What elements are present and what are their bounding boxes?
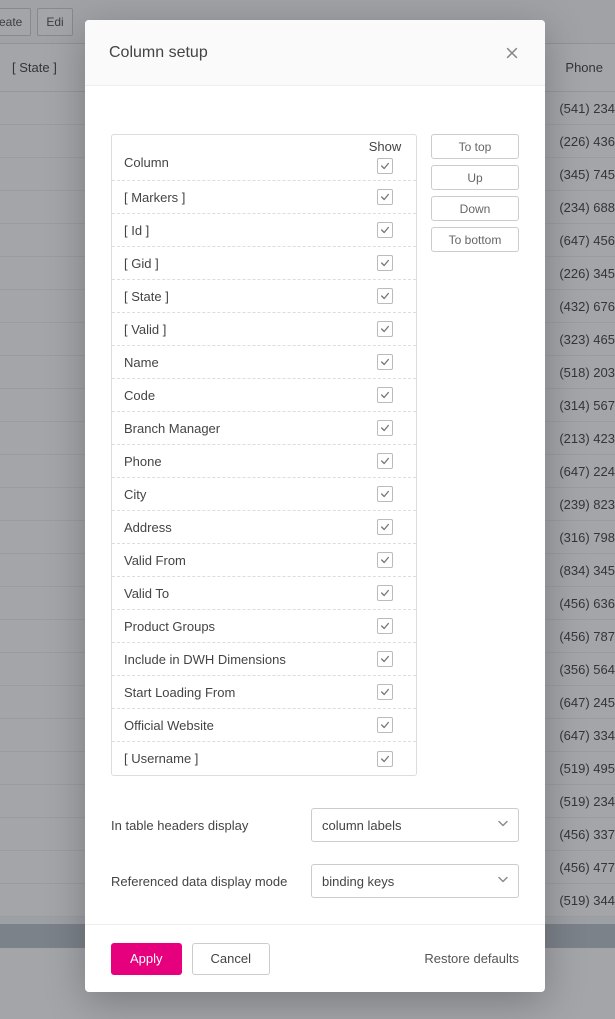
down-button[interactable]: Down (431, 196, 519, 221)
show-checkbox[interactable] (377, 717, 393, 733)
column-row-label: Valid To (124, 586, 366, 601)
show-all-checkbox[interactable] (377, 158, 393, 174)
to-bottom-button[interactable]: To bottom (431, 227, 519, 252)
modal-footer: Apply Cancel Restore defaults (85, 924, 545, 992)
column-row-label: [ Gid ] (124, 256, 366, 271)
headers-display-row: In table headers display (111, 808, 519, 842)
cancel-button[interactable]: Cancel (192, 943, 270, 975)
column-row-label: Branch Manager (124, 421, 366, 436)
show-checkbox[interactable] (377, 552, 393, 568)
columns-table: Column Show [ Markers ] [ Id ] [ Gid ] [ St… (111, 134, 417, 776)
column-row-label: Address (124, 520, 366, 535)
refmode-row: Referenced data display mode (111, 864, 519, 898)
column-row[interactable]: [ Id ] (112, 214, 416, 247)
column-row[interactable]: Include in DWH Dimensions (112, 643, 416, 676)
column-row-label: Official Website (124, 718, 366, 733)
column-row[interactable]: Code (112, 379, 416, 412)
show-checkbox[interactable] (377, 189, 393, 205)
column-row[interactable]: Address (112, 511, 416, 544)
column-row[interactable]: Official Website (112, 709, 416, 742)
show-checkbox[interactable] (377, 255, 393, 271)
show-checkbox[interactable] (377, 618, 393, 634)
apply-button[interactable]: Apply (111, 943, 182, 975)
show-checkbox[interactable] (377, 354, 393, 370)
show-checkbox[interactable] (377, 486, 393, 502)
up-button[interactable]: Up (431, 165, 519, 190)
modal-title: Column setup (109, 44, 208, 62)
show-checkbox[interactable] (377, 453, 393, 469)
show-checkbox[interactable] (377, 420, 393, 436)
headers-display-label: In table headers display (111, 818, 311, 833)
columns-table-header: Column Show (112, 135, 416, 181)
column-row-label: [ Id ] (124, 223, 366, 238)
restore-defaults-link[interactable]: Restore defaults (424, 951, 519, 966)
show-checkbox[interactable] (377, 387, 393, 403)
show-checkbox[interactable] (377, 651, 393, 667)
to-top-button[interactable]: To top (431, 134, 519, 159)
refmode-select[interactable] (311, 864, 519, 898)
show-header-label: Show (369, 139, 402, 154)
show-checkbox[interactable] (377, 684, 393, 700)
column-row[interactable]: Branch Manager (112, 412, 416, 445)
column-row[interactable]: Phone (112, 445, 416, 478)
show-checkbox[interactable] (377, 751, 393, 767)
column-row-label: Include in DWH Dimensions (124, 652, 366, 667)
column-header-label: Column (124, 155, 366, 180)
column-row-label: [ Valid ] (124, 322, 366, 337)
show-checkbox[interactable] (377, 585, 393, 601)
reorder-controls: To top Up Down To bottom (431, 134, 519, 776)
column-row[interactable]: City (112, 478, 416, 511)
headers-display-select[interactable] (311, 808, 519, 842)
close-icon[interactable] (503, 44, 521, 62)
modal-body: Column Show [ Markers ] [ Id ] [ Gid ] [ St… (85, 86, 545, 924)
show-checkbox[interactable] (377, 519, 393, 535)
column-row-label: [ Markers ] (124, 190, 366, 205)
column-row[interactable]: Valid From (112, 544, 416, 577)
column-row-label: Start Loading From (124, 685, 366, 700)
column-row[interactable]: [ Gid ] (112, 247, 416, 280)
column-row[interactable]: [ Markers ] (112, 181, 416, 214)
modal-header: Column setup (85, 20, 545, 86)
column-row[interactable]: Name (112, 346, 416, 379)
column-row-label: Product Groups (124, 619, 366, 634)
modal-overlay: Column setup Column Show (0, 0, 615, 1019)
show-checkbox[interactable] (377, 288, 393, 304)
column-row-label: City (124, 487, 366, 502)
column-row[interactable]: [ State ] (112, 280, 416, 313)
column-row-label: Name (124, 355, 366, 370)
column-row-label: [ State ] (124, 289, 366, 304)
refmode-label: Referenced data display mode (111, 874, 311, 889)
column-row[interactable]: Valid To (112, 577, 416, 610)
column-row-label: Phone (124, 454, 366, 469)
show-checkbox[interactable] (377, 321, 393, 337)
column-setup-modal: Column setup Column Show (85, 20, 545, 992)
column-row-label: Code (124, 388, 366, 403)
column-row[interactable]: [ Username ] (112, 742, 416, 775)
column-row[interactable]: Start Loading From (112, 676, 416, 709)
column-row[interactable]: [ Valid ] (112, 313, 416, 346)
column-row-label: Valid From (124, 553, 366, 568)
column-row-label: [ Username ] (124, 751, 366, 766)
column-row[interactable]: Product Groups (112, 610, 416, 643)
show-checkbox[interactable] (377, 222, 393, 238)
